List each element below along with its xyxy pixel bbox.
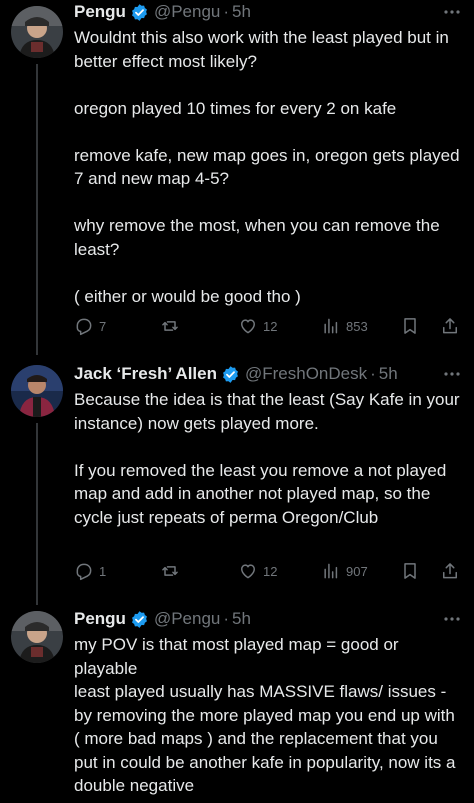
like-count: 12	[263, 318, 278, 334]
avatar[interactable]	[11, 6, 63, 58]
bookmark-icon	[404, 563, 416, 579]
thread-line	[36, 423, 38, 605]
view-count: 907	[346, 563, 368, 579]
more-options-icon[interactable]	[442, 2, 462, 22]
reply-count: 7	[99, 318, 107, 334]
share-button[interactable]	[440, 559, 460, 583]
tweet-paragraph: ( either or would be good tho )	[74, 286, 301, 306]
tweet-paragraph: my POV is that most played map = good or…	[74, 635, 399, 678]
retweet-button[interactable]	[160, 314, 180, 338]
verified-badge-icon	[223, 365, 238, 383]
more-options-icon[interactable]	[442, 364, 462, 384]
bookmark-button[interactable]	[400, 314, 420, 338]
like-count: 12	[263, 563, 278, 579]
tweet-header: Pengu @Pengu · 5h	[74, 0, 464, 24]
tweet-paragraph: Wouldnt this also work with the least pl…	[74, 28, 449, 71]
tweet-actions: 1 12 907	[74, 559, 464, 583]
tweet-paragraph: oregon played 10 times for every 2 on ka…	[74, 98, 397, 118]
more-options-icon[interactable]	[442, 609, 462, 629]
bookmark-button[interactable]	[400, 559, 420, 583]
separator: ·	[223, 609, 230, 628]
tweet-paragraph: why remove the most, when you can remove…	[74, 216, 440, 259]
avatar[interactable]	[11, 365, 63, 417]
share-icon	[443, 318, 457, 334]
tweet-header: Pengu @Pengu · 5h	[74, 607, 464, 631]
tweet-3[interactable]: Pengu @Pengu · 5h my POV is that most pl…	[0, 605, 474, 803]
tweet-header: Jack ‘Fresh’ Allen @FreshOnDesk · 5h	[74, 362, 464, 386]
bookmark-icon	[404, 318, 416, 334]
tweet-paragraph: least played usually has MASSIVE flaws/ …	[74, 682, 456, 795]
views-button[interactable]: 853	[321, 314, 368, 338]
tweet-text: my POV is that most played map = good or…	[74, 633, 464, 798]
heart-icon	[241, 319, 255, 334]
share-icon	[443, 563, 457, 579]
timestamp[interactable]: 5h	[232, 609, 251, 629]
reply-button[interactable]: 1	[74, 559, 106, 583]
tweet-text: Wouldnt this also work with the least pl…	[74, 26, 464, 308]
avatar[interactable]	[11, 611, 63, 663]
reply-button[interactable]: 7	[74, 314, 106, 338]
reply-count: 1	[99, 563, 107, 579]
separator: ·	[223, 2, 230, 21]
tweet-paragraph: If you removed the least you remove a no…	[74, 460, 447, 527]
share-button[interactable]	[440, 314, 460, 338]
author-handle[interactable]: @Pengu	[154, 2, 220, 22]
thread-line	[36, 64, 38, 355]
retweet-button[interactable]	[160, 559, 180, 583]
like-button[interactable]: 12	[238, 559, 277, 583]
tweet-text: Because the idea is that the least (Say …	[74, 388, 464, 529]
tweet-paragraph: Because the idea is that the least (Say …	[74, 390, 460, 433]
author-handle[interactable]: @FreshOnDesk	[245, 364, 367, 384]
author-name[interactable]: Pengu	[74, 609, 126, 629]
timestamp[interactable]: 5h	[232, 2, 251, 22]
tweet-paragraph: remove kafe, new map goes in, oregon get…	[74, 145, 460, 189]
like-button[interactable]: 12	[238, 314, 277, 338]
views-button[interactable]: 907	[321, 559, 368, 583]
timestamp[interactable]: 5h	[379, 364, 398, 384]
tweet-actions: 7 12 853	[74, 314, 464, 338]
views-bar-chart-icon	[324, 563, 338, 579]
verified-badge-icon	[132, 3, 147, 21]
tweet-1[interactable]: Pengu @Pengu · 5h Wouldnt this also work…	[0, 0, 474, 355]
retweet-icon	[162, 566, 178, 576]
author-name[interactable]: Jack ‘Fresh’ Allen	[74, 364, 217, 384]
author-name[interactable]: Pengu	[74, 2, 126, 22]
tweet-2[interactable]: Jack ‘Fresh’ Allen @FreshOnDesk · 5h Bec…	[0, 355, 474, 605]
retweet-icon	[162, 321, 178, 331]
author-handle[interactable]: @Pengu	[154, 609, 220, 629]
verified-badge-icon	[132, 610, 147, 628]
views-bar-chart-icon	[324, 318, 338, 334]
reply-icon	[76, 318, 92, 336]
heart-icon	[241, 564, 255, 579]
separator: ·	[370, 364, 376, 383]
reply-icon	[76, 563, 92, 581]
view-count: 853	[346, 318, 368, 334]
